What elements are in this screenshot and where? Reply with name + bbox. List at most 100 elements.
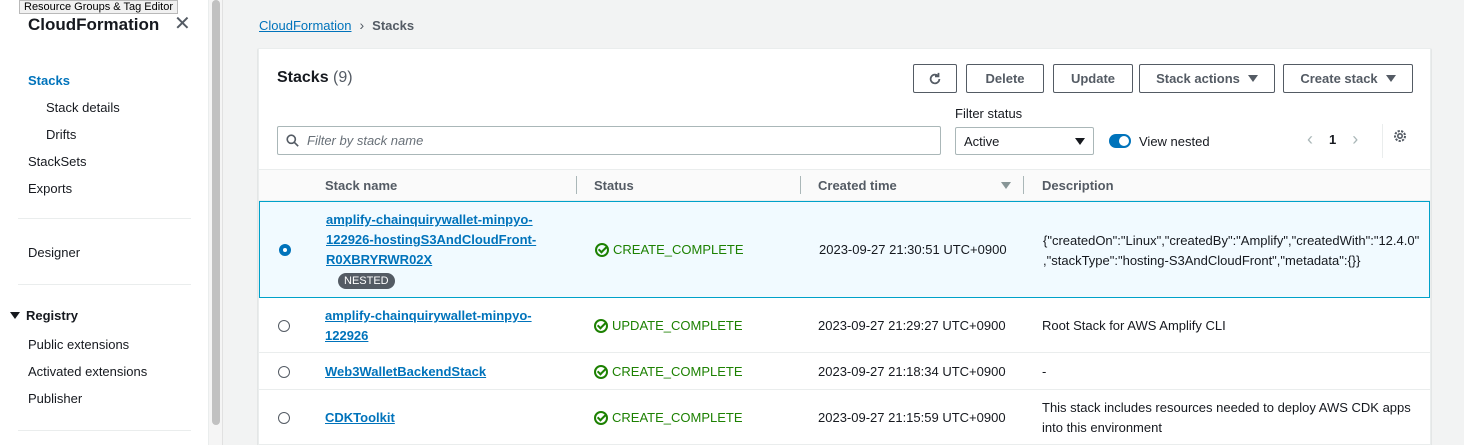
chevron-right-icon: › xyxy=(359,17,365,33)
column-header-description[interactable]: Description xyxy=(1042,178,1114,193)
sidebar-item-stacks[interactable]: Stacks xyxy=(28,73,70,88)
sidebar-item-public-extensions[interactable]: Public extensions xyxy=(28,337,129,352)
sidebar-section-registry[interactable]: Registry xyxy=(10,308,78,323)
close-icon[interactable]: ✕ xyxy=(174,14,191,34)
scrollbar-thumb[interactable] xyxy=(212,0,220,425)
side-navigation: CloudFormation ✕ Stacks Stack details Dr… xyxy=(0,0,209,445)
filter-status-select[interactable]: Active xyxy=(955,127,1094,155)
status-cell: CREATE_COMPLETE xyxy=(595,242,744,257)
sidebar-item-exports[interactable]: Exports xyxy=(28,181,72,196)
column-header-status[interactable]: Status xyxy=(594,178,634,193)
row-radio[interactable] xyxy=(278,320,290,332)
caret-down-icon xyxy=(1247,75,1258,82)
success-icon xyxy=(595,242,609,257)
chevron-right-icon[interactable]: › xyxy=(1352,129,1358,150)
create-stack-label: Create stack xyxy=(1300,71,1378,86)
column-resizer[interactable] xyxy=(576,176,577,194)
gear-icon[interactable] xyxy=(1392,128,1408,144)
breadcrumb-link-cloudformation[interactable]: CloudFormation xyxy=(259,18,352,33)
stack-name-link[interactable]: Web3WalletBackendStack xyxy=(325,364,486,379)
stack-name-link[interactable]: R0XBRYRWR02X xyxy=(326,252,432,267)
divider xyxy=(18,218,191,219)
sidebar-title[interactable]: CloudFormation xyxy=(28,15,159,35)
stack-name-link[interactable]: amplify-chainquirywallet-minpyo- xyxy=(325,308,532,323)
column-resizer[interactable] xyxy=(1023,176,1024,194)
sidebar-item-stacksets[interactable]: StackSets xyxy=(28,154,87,169)
stacks-panel: Stacks (9) Delete Update Stack actions C… xyxy=(258,48,1431,445)
row-radio-selected[interactable] xyxy=(279,244,291,256)
description-line: ,"stackType":"hosting-S3AndCloudFront","… xyxy=(1043,253,1361,268)
update-button[interactable]: Update xyxy=(1053,64,1133,93)
column-header-created-time[interactable]: Created time xyxy=(818,178,897,193)
caret-down-icon xyxy=(1385,75,1396,82)
created-time-cell: 2023-09-27 21:30:51 UTC+0900 xyxy=(819,242,1007,257)
sidebar-item-publisher[interactable]: Publisher xyxy=(28,391,82,406)
search-icon xyxy=(286,134,299,147)
sidebar-item-designer[interactable]: Designer xyxy=(28,245,80,260)
description-line: This stack includes resources needed to … xyxy=(1042,400,1411,415)
create-stack-button[interactable]: Create stack xyxy=(1283,64,1413,93)
status-text: UPDATE_COMPLETE xyxy=(612,318,743,333)
pagination: ‹ 1 › xyxy=(1307,129,1358,150)
sort-descending-icon[interactable] xyxy=(1001,182,1011,189)
table-row[interactable]: CDKToolkit CREATE_COMPLETE 2023-09-27 21… xyxy=(259,391,1430,445)
description-cell: - xyxy=(1042,364,1047,379)
status-cell: UPDATE_COMPLETE xyxy=(594,318,743,333)
status-text: CREATE_COMPLETE xyxy=(612,410,743,425)
created-time-cell: 2023-09-27 21:29:27 UTC+0900 xyxy=(818,318,1006,333)
stack-actions-label: Stack actions xyxy=(1156,71,1240,86)
description-line: {"createdOn":"Linux","createdBy":"Amplif… xyxy=(1043,233,1420,248)
stack-name-link[interactable]: CDKToolkit xyxy=(325,410,395,425)
sidebar-item-stack-details[interactable]: Stack details xyxy=(46,100,120,115)
stack-name-link[interactable]: amplify-chainquirywallet-minpyo- xyxy=(326,212,533,227)
caret-down-icon xyxy=(1075,137,1085,145)
row-radio[interactable] xyxy=(278,412,290,424)
tooltip: Resource Groups & Tag Editor xyxy=(19,0,178,14)
status-cell: CREATE_COMPLETE xyxy=(594,364,743,379)
stack-name-cell: CDKToolkit xyxy=(325,408,395,428)
refresh-button[interactable] xyxy=(913,64,957,93)
description-cell: {"createdOn":"Linux","createdBy":"Amplif… xyxy=(1043,231,1423,271)
filter-status-value: Active xyxy=(964,133,1000,149)
delete-button[interactable]: Delete xyxy=(966,64,1044,93)
breadcrumb: CloudFormation › Stacks xyxy=(259,17,414,33)
sidebar-section-label: Registry xyxy=(26,308,79,323)
table-row[interactable]: amplify-chainquirywallet-minpyo- 122926 … xyxy=(259,299,1430,353)
nested-badge: NESTED xyxy=(338,273,395,289)
table-row[interactable]: amplify-chainquirywallet-minpyo- 122926-… xyxy=(259,201,1430,298)
status-text: CREATE_COMPLETE xyxy=(612,364,743,379)
chevron-left-icon[interactable]: ‹ xyxy=(1307,129,1313,150)
status-text: CREATE_COMPLETE xyxy=(613,242,744,257)
sidebar-item-activated-extensions[interactable]: Activated extensions xyxy=(28,364,147,379)
stack-actions-button[interactable]: Stack actions xyxy=(1139,64,1275,93)
panel-title-text: Stacks xyxy=(277,69,329,86)
stack-name-cell: amplify-chainquirywallet-minpyo- 122926-… xyxy=(326,210,536,290)
stack-count: (9) xyxy=(333,69,353,86)
stack-name-cell: Web3WalletBackendStack xyxy=(325,362,486,382)
column-resizer[interactable] xyxy=(800,176,801,194)
caret-down-icon xyxy=(10,312,20,319)
description-line: into this environment xyxy=(1042,420,1162,435)
search-input[interactable] xyxy=(307,133,907,148)
stack-name-link[interactable]: 122926-hostingS3AndCloudFront- xyxy=(326,232,536,247)
page-number[interactable]: 1 xyxy=(1329,132,1336,147)
success-icon xyxy=(594,364,608,379)
search-field[interactable] xyxy=(277,126,941,155)
sidebar-item-drifts[interactable]: Drifts xyxy=(46,127,76,142)
breadcrumb-current: Stacks xyxy=(372,17,415,33)
stack-name-link[interactable]: 122926 xyxy=(325,328,368,343)
divider xyxy=(18,284,191,285)
description-cell: Root Stack for AWS Amplify CLI xyxy=(1042,318,1226,333)
success-icon xyxy=(594,318,608,333)
row-radio[interactable] xyxy=(278,366,290,378)
column-header-stack-name[interactable]: Stack name xyxy=(325,178,397,193)
divider xyxy=(1382,124,1383,158)
stack-name-cell: amplify-chainquirywallet-minpyo- 122926 xyxy=(325,306,532,346)
view-nested-label: View nested xyxy=(1139,134,1210,149)
created-time-cell: 2023-09-27 21:18:34 UTC+0900 xyxy=(818,364,1006,379)
divider xyxy=(18,430,191,431)
table-header: Stack name Status Created time Descripti… xyxy=(259,169,1430,201)
description-cell: This stack includes resources needed to … xyxy=(1042,398,1422,438)
view-nested-toggle[interactable] xyxy=(1109,134,1131,148)
table-row[interactable]: Web3WalletBackendStack CREATE_COMPLETE 2… xyxy=(259,354,1430,390)
